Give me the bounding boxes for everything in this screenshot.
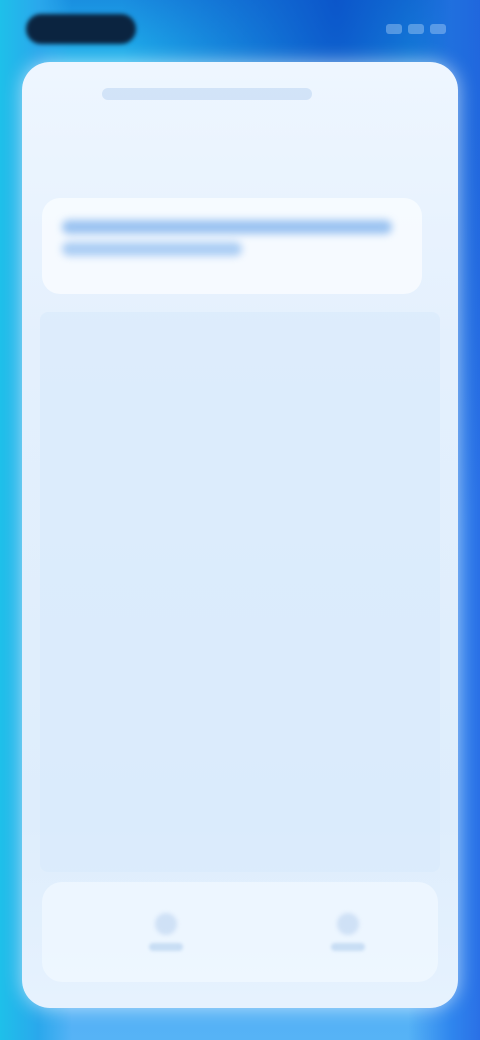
info-line-1 [62, 220, 392, 234]
page-title [40, 142, 340, 170]
content-area [40, 312, 440, 872]
nav-left-label [149, 943, 183, 951]
main-card [22, 62, 458, 1008]
nav-right-label [331, 943, 365, 951]
battery-icon [430, 24, 446, 34]
nav-left-icon [155, 913, 177, 935]
nav-item-left[interactable] [136, 902, 196, 962]
nav-right-icon [337, 913, 359, 935]
card-header [22, 62, 458, 126]
info-text [62, 220, 392, 256]
status-bar [0, 0, 480, 56]
header-title [102, 88, 312, 100]
status-time [26, 14, 136, 44]
status-indicators [386, 22, 446, 36]
wifi-icon [408, 24, 424, 34]
signal-icon [386, 24, 402, 34]
bottom-nav [42, 882, 438, 982]
nav-item-right[interactable] [318, 902, 378, 962]
info-box[interactable] [42, 198, 422, 294]
info-line-2 [62, 242, 242, 256]
